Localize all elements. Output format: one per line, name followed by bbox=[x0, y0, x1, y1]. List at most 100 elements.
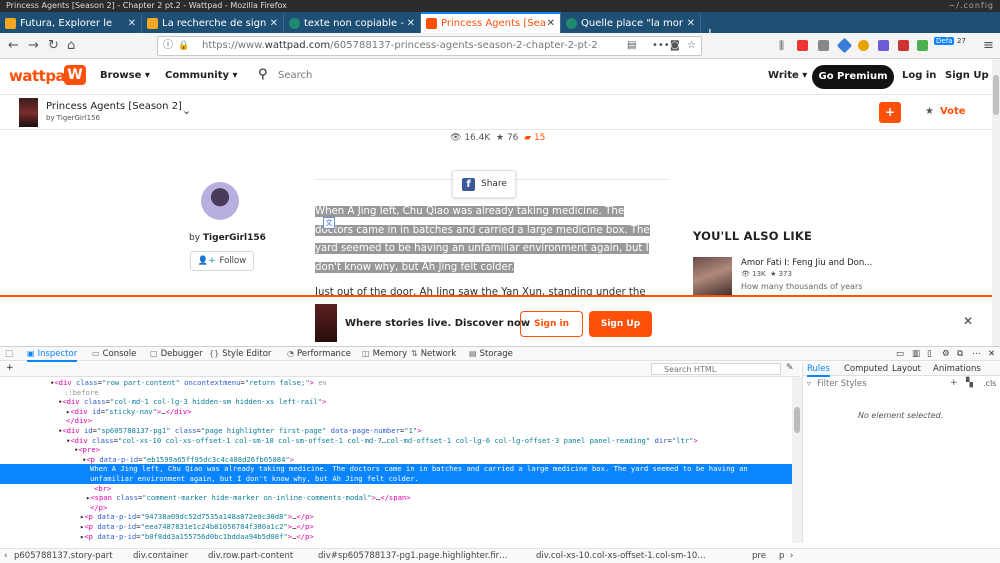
tab-recherche[interactable]: La recherche de sign ✕ bbox=[142, 14, 284, 33]
add-to-library-button[interactable]: + bbox=[879, 102, 901, 123]
extension-icon[interactable] bbox=[836, 37, 853, 54]
more-options-icon[interactable]: ⋯ bbox=[972, 348, 981, 360]
story-paragraph[interactable]: Just out of the door, Ah Jing saw the Ya… bbox=[315, 284, 655, 295]
tree-node[interactable]: ▸<p data-p-id="b0f8dd3a155756d0bc1bddaa9… bbox=[0, 532, 314, 542]
close-tab-icon[interactable]: ✕ bbox=[128, 14, 136, 33]
pocket-icon[interactable]: ◙ bbox=[670, 37, 680, 55]
tree-node[interactable]: ▾<div id="sp605788137-pg1" class="page h… bbox=[0, 426, 422, 436]
search-input[interactable] bbox=[278, 70, 438, 81]
breadcrumb-forward-icon[interactable]: › bbox=[790, 549, 793, 563]
tree-node[interactable]: <br> bbox=[0, 484, 111, 494]
tab-animations[interactable]: Animations bbox=[933, 363, 981, 375]
sign-up-button[interactable]: Sign Up bbox=[589, 311, 652, 337]
library-icon[interactable]: ⫼ bbox=[779, 38, 784, 53]
tab-texte[interactable]: texte non copiable - ✕ bbox=[284, 14, 421, 33]
tree-node[interactable]: ▾<div class="row part-content" oncontext… bbox=[0, 378, 327, 388]
chevron-down-icon[interactable]: ⌄ bbox=[182, 104, 191, 117]
back-button[interactable]: ← bbox=[8, 38, 19, 53]
go-premium-button[interactable]: Go Premium bbox=[812, 65, 894, 89]
tree-node[interactable]: ▸<p data-p-id="eea7487831e1c24b81056784f… bbox=[0, 522, 314, 532]
extension-icon[interactable] bbox=[858, 40, 869, 51]
breadcrumb-item[interactable]: div.col-xs-10.col-xs-offset-1.col-sm-10… bbox=[536, 549, 706, 563]
tab-console[interactable]: ▭ Console bbox=[92, 348, 136, 360]
tab-futura[interactable]: Futura, Explorer le ✕ bbox=[0, 14, 142, 33]
tree-node[interactable]: ::before bbox=[0, 388, 99, 398]
extension-icon[interactable] bbox=[878, 40, 889, 51]
tab-performance[interactable]: ◔ Performance bbox=[287, 348, 351, 360]
tree-node[interactable]: ▾<div class="col-md-1 col-lg-3 hidden-sm… bbox=[0, 397, 326, 407]
html-tree[interactable]: ▾<div class="row part-content" oncontext… bbox=[0, 378, 792, 543]
comments-count[interactable]: 15 bbox=[534, 133, 545, 143]
close-tab-icon[interactable]: ✕ bbox=[270, 14, 278, 33]
tab-inspector[interactable]: ▣ Inspector bbox=[27, 348, 78, 362]
translate-icon[interactable]: 文 bbox=[323, 217, 335, 229]
tab-rules[interactable]: Rules bbox=[807, 363, 830, 377]
tab-memory[interactable]: ◫ Memory bbox=[362, 348, 407, 360]
pick-element-icon[interactable]: ⬚ bbox=[5, 348, 13, 360]
tree-node[interactable]: </div> bbox=[0, 416, 92, 426]
add-rule-icon[interactable]: + bbox=[950, 378, 958, 388]
comment-icon[interactable]: ▰ bbox=[524, 133, 531, 143]
tab-quelle-place[interactable]: Quelle place "la mor ✕ bbox=[561, 14, 701, 33]
vote-button[interactable]: ★ Vote bbox=[925, 106, 966, 117]
tree-scrollbar[interactable] bbox=[792, 377, 802, 543]
story-paragraph-selected[interactable]: When A Jing left, Chu Qiao was already t… bbox=[315, 203, 655, 277]
page-actions-button[interactable]: ••• bbox=[652, 37, 670, 55]
info-icon[interactable]: ⓘ bbox=[163, 37, 173, 55]
tree-node[interactable]: ▸<p data-p-id="94738a09dc52d7535a148a872… bbox=[0, 512, 314, 522]
scroll-thumb[interactable] bbox=[794, 407, 800, 433]
close-tab-icon[interactable]: ✕ bbox=[407, 14, 415, 33]
undock-icon[interactable]: ⧉ bbox=[957, 348, 963, 360]
recommended-title[interactable]: Amor Fati I: Feng Jiu and Don... bbox=[741, 258, 872, 268]
page-scrollbar[interactable] bbox=[992, 59, 1000, 346]
tab-storage[interactable]: ▤ Storage bbox=[469, 348, 513, 360]
menu-button[interactable]: ≡ bbox=[983, 38, 994, 53]
story-title[interactable]: Princess Agents [Season 2] bbox=[46, 101, 182, 112]
author-name[interactable]: TigerGirl156 bbox=[203, 233, 266, 243]
extension-icon[interactable] bbox=[898, 40, 909, 51]
tab-debugger[interactable]: ▢ Debugger bbox=[150, 348, 203, 360]
pseudo-class-icon[interactable]: ▚ bbox=[966, 378, 973, 388]
extension-icon[interactable] bbox=[797, 40, 808, 51]
community-menu[interactable]: Community ▾ bbox=[165, 70, 238, 81]
story-author[interactable]: by TigerGirl156 bbox=[46, 114, 100, 122]
tree-node[interactable]: ▾<div class="col-xs-10 col-xs-offset-1 c… bbox=[0, 436, 698, 446]
home-button[interactable]: ⌂ bbox=[67, 38, 75, 53]
tree-node-selected[interactable]: When A Jing left, Chu Qiao was already t… bbox=[0, 464, 792, 475]
scroll-thumb[interactable] bbox=[993, 75, 999, 115]
author-avatar[interactable] bbox=[201, 182, 239, 220]
eyedropper-icon[interactable]: ✎ bbox=[786, 363, 794, 373]
tree-node[interactable]: ▾<p data-p-id="eb1599a65ff95dc3c4c488d26… bbox=[0, 455, 294, 465]
bookmark-star-icon[interactable]: ☆ bbox=[687, 37, 696, 55]
cls-toggle[interactable]: .cls bbox=[983, 379, 996, 388]
tab-network[interactable]: ⇅ Network bbox=[411, 348, 456, 360]
tree-node[interactable]: ▸<div id="sticky-nav">…</div> bbox=[0, 407, 192, 417]
breadcrumb-item[interactable]: div.container bbox=[133, 549, 188, 563]
url-bar[interactable]: ⓘ 🔒 https://www.wattpad.com/605788137-pr… bbox=[157, 36, 702, 56]
breadcrumb-item[interactable]: p605788137.story-part bbox=[14, 549, 113, 563]
facebook-share-button[interactable]: f Share bbox=[452, 170, 516, 198]
wattpad-w-icon[interactable]: W bbox=[64, 65, 86, 85]
tab-princess-agents[interactable]: Princess Agents [Sea ✕ bbox=[421, 12, 561, 33]
sign-in-button[interactable]: Sign in bbox=[520, 311, 583, 337]
responsive-icon[interactable]: ▯ bbox=[927, 348, 932, 360]
tab-layout[interactable]: Layout bbox=[892, 363, 921, 375]
filter-styles-input[interactable] bbox=[807, 379, 917, 389]
search-html-input[interactable] bbox=[651, 363, 781, 375]
tree-node[interactable]: ▾<pre> bbox=[0, 445, 100, 455]
breadcrumb-item[interactable]: pre bbox=[752, 549, 766, 563]
dock-side-icon[interactable]: ▭ bbox=[896, 348, 904, 360]
tree-node-selected[interactable]: unfamiliar environment again, but I don'… bbox=[0, 474, 792, 484]
breadcrumb-back-icon[interactable]: ‹ bbox=[4, 549, 7, 563]
story-cover-thumbnail[interactable] bbox=[19, 98, 38, 127]
reader-view-icon[interactable]: ▤ bbox=[627, 37, 636, 55]
signup-link[interactable]: Sign Up bbox=[945, 70, 989, 81]
close-tab-icon[interactable]: ✕ bbox=[687, 14, 695, 33]
tab-style-editor[interactable]: {} Style Editor bbox=[209, 348, 271, 360]
tree-node[interactable]: ▸<span class="comment-marker hide-marker… bbox=[0, 493, 411, 503]
tree-node[interactable]: </p> bbox=[0, 503, 107, 513]
login-link[interactable]: Log in bbox=[902, 70, 936, 81]
tab-computed[interactable]: Computed bbox=[844, 363, 888, 375]
breadcrumb-item[interactable]: div.row.part-content bbox=[208, 549, 293, 563]
split-console-icon[interactable]: ▥ bbox=[912, 348, 920, 360]
